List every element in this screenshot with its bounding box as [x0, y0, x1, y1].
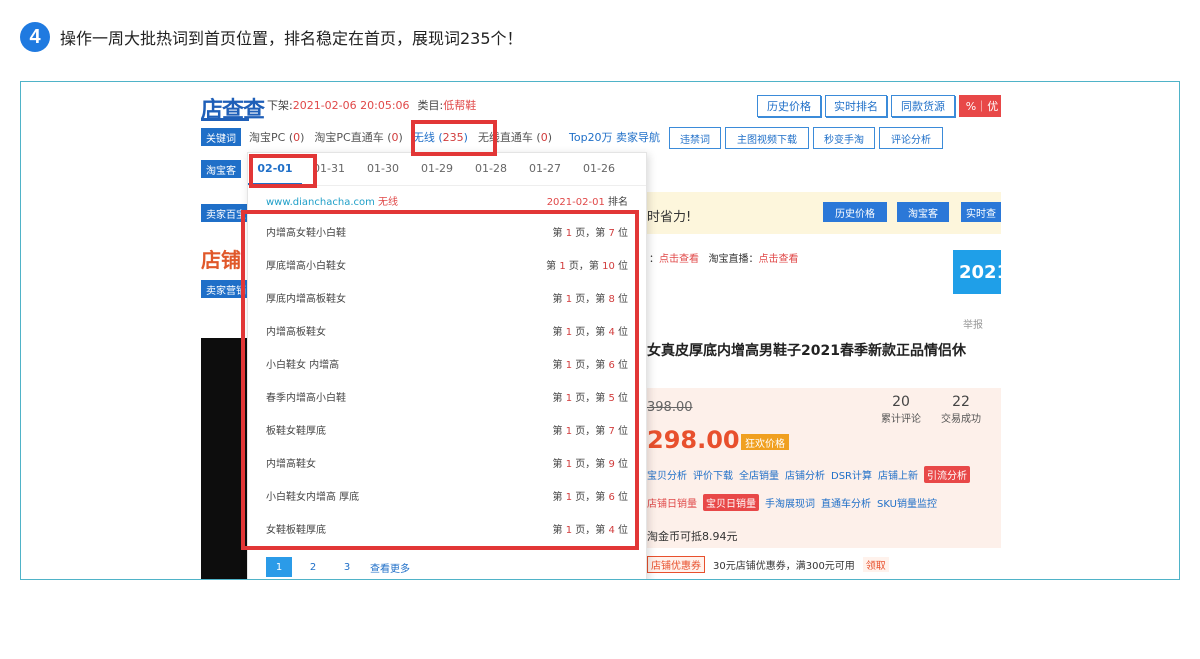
- screenshot-frame: 店查查 下架:2021-02-06 20:05:06 类目:低帮鞋 历史价格 实时…: [20, 81, 1180, 580]
- tool-sku-monitor[interactable]: SKU销量监控: [877, 495, 937, 510]
- original-price: 398.00: [647, 400, 693, 415]
- coupon-tag: 店铺优惠券: [647, 556, 705, 573]
- step-description: 操作一周大批热词到首页位置，排名稳定在首页，展现词235个！: [60, 29, 523, 48]
- tool-review-download[interactable]: 评价下载: [693, 467, 733, 482]
- product-title: 女真皮厚底内增高男鞋子2021春季新款正品情侣休: [647, 343, 966, 359]
- coupon-text: 30元店铺优惠券，满300元可用: [713, 561, 855, 572]
- step-header: 4 操作一周大批热词到首页位置，排名稳定在首页，展现词235个！: [20, 22, 523, 52]
- tool-item-daily-sales[interactable]: 宝贝日销量: [703, 494, 759, 511]
- sales-tools-row: 店铺日销量 宝贝日销量 手淘展现词 直通车分析 SKU销量监控: [647, 494, 937, 511]
- date-tab-0126[interactable]: 01-26: [572, 153, 626, 185]
- highlight-mobile-count: [411, 120, 497, 156]
- year-banner: 2021: [953, 250, 1001, 294]
- side-tag-taobaoke[interactable]: 淘宝客: [201, 160, 241, 178]
- tool-shop-daily-sales[interactable]: 店铺日销量: [647, 495, 697, 510]
- category-label: 类目:: [417, 99, 444, 112]
- discount-button[interactable]: %｜优: [959, 95, 1001, 117]
- live-link-1[interactable]: 点击查看: [659, 254, 699, 265]
- view-more-link[interactable]: 查看更多: [370, 560, 410, 575]
- keyword-source-row: 淘宝PC (0) 淘宝PC直通车 (0) 无线 (235) 无线直通车 (0): [249, 129, 552, 145]
- deals-stat: 22 交易成功: [941, 394, 981, 425]
- site-mode: 无线: [378, 197, 399, 208]
- report-link[interactable]: 举报: [963, 316, 983, 331]
- site-row: www.dianchacha.com 无线 2021-02-01 排名: [266, 193, 628, 208]
- offline-value: 2021-02-06 20:05:06: [292, 99, 410, 112]
- step-number-badge: 4: [20, 22, 50, 52]
- rank-label: 排名: [608, 197, 628, 208]
- tool-item-analysis[interactable]: 宝贝分析: [647, 467, 687, 482]
- tool-mobile-keywords[interactable]: 手淘展现词: [765, 495, 815, 510]
- bar-realtime-button[interactable]: 实时查: [961, 202, 1001, 222]
- banned-words-button[interactable]: 违禁词: [669, 127, 721, 149]
- video-download-button[interactable]: 主图视频下载: [725, 127, 809, 149]
- embedded-screenshot: 店查查 下架:2021-02-06 20:05:06 类目:低帮鞋 历史价格 实时…: [201, 82, 1001, 579]
- page-2-button[interactable]: 2: [300, 557, 326, 577]
- realtime-rank-button[interactable]: 实时排名: [825, 95, 887, 117]
- shop-logo-fragment: 店铺: [201, 248, 241, 272]
- date-tab-0129[interactable]: 01-29: [410, 153, 464, 185]
- category-value: 低帮鞋: [443, 99, 477, 112]
- history-price-button[interactable]: 历史价格: [757, 95, 821, 117]
- site-url[interactable]: www.dianchacha.com: [266, 197, 375, 208]
- analysis-tools-row: 宝贝分析 评价下载 全店销量 店铺分析 DSR计算 店铺上新 引流分析: [647, 466, 970, 483]
- tool-new-items[interactable]: 店铺上新: [878, 467, 918, 482]
- pagination: 1 2 3 查看更多: [266, 557, 410, 577]
- tool-ztc-analysis[interactable]: 直通车分析: [821, 495, 871, 510]
- tool-traffic-analysis[interactable]: 引流分析: [924, 466, 970, 483]
- page-3-button[interactable]: 3: [334, 557, 360, 577]
- top20-seller-nav[interactable]: Top20万 卖家导航: [569, 129, 660, 145]
- date-tab-0128[interactable]: 01-28: [464, 153, 518, 185]
- source-taobao-pc[interactable]: 淘宝PC (0): [249, 131, 304, 144]
- highlight-keyword-list: [241, 210, 639, 550]
- coupon-take-button[interactable]: 领取: [862, 557, 889, 572]
- offline-info: 下架:2021-02-06 20:05:06 类目:低帮鞋: [267, 97, 476, 113]
- source-taobao-pc-ztc[interactable]: 淘宝PC直通车 (0): [314, 131, 402, 144]
- bar-taobaoke-button[interactable]: 淘宝客: [897, 202, 949, 222]
- promo-bar-text: 时省力!: [647, 210, 692, 225]
- tool-shop-sales[interactable]: 全店销量: [739, 467, 779, 482]
- live-link-2[interactable]: 点击查看: [759, 254, 799, 265]
- offline-label: 下架:: [267, 99, 293, 112]
- comments-stat: 20 累计评论: [881, 394, 921, 425]
- promo-badge: 狂欢价格: [741, 434, 789, 450]
- live-row: ：点击查看 淘宝直播：点击查看: [649, 254, 799, 265]
- sale-price: 298.00: [647, 426, 740, 454]
- live-label: 淘宝直播：: [708, 254, 759, 265]
- highlight-date-tab: [249, 154, 317, 188]
- date-tab-0130[interactable]: 01-30: [356, 153, 410, 185]
- coupon-row: 店铺优惠券 30元店铺优惠券，满300元可用 领取: [647, 556, 889, 573]
- side-tag-keywords[interactable]: 关键词: [201, 128, 241, 146]
- date-tab-0127[interactable]: 01-27: [518, 153, 572, 185]
- tool-dsr[interactable]: DSR计算: [831, 467, 872, 482]
- review-analysis-button[interactable]: 评论分析: [879, 127, 943, 149]
- bar-history-price-button[interactable]: 历史价格: [823, 202, 887, 222]
- page-1-button[interactable]: 1: [266, 557, 292, 577]
- same-source-button[interactable]: 同款货源: [891, 95, 955, 117]
- mobile-taobao-button[interactable]: 秒变手淘: [813, 127, 875, 149]
- rank-date: 2021-02-01: [546, 197, 605, 208]
- coin-deduction: 淘金币可抵8.94元: [647, 530, 738, 543]
- logo-underline: [201, 118, 249, 121]
- tool-shop-analysis[interactable]: 店铺分析: [785, 467, 825, 482]
